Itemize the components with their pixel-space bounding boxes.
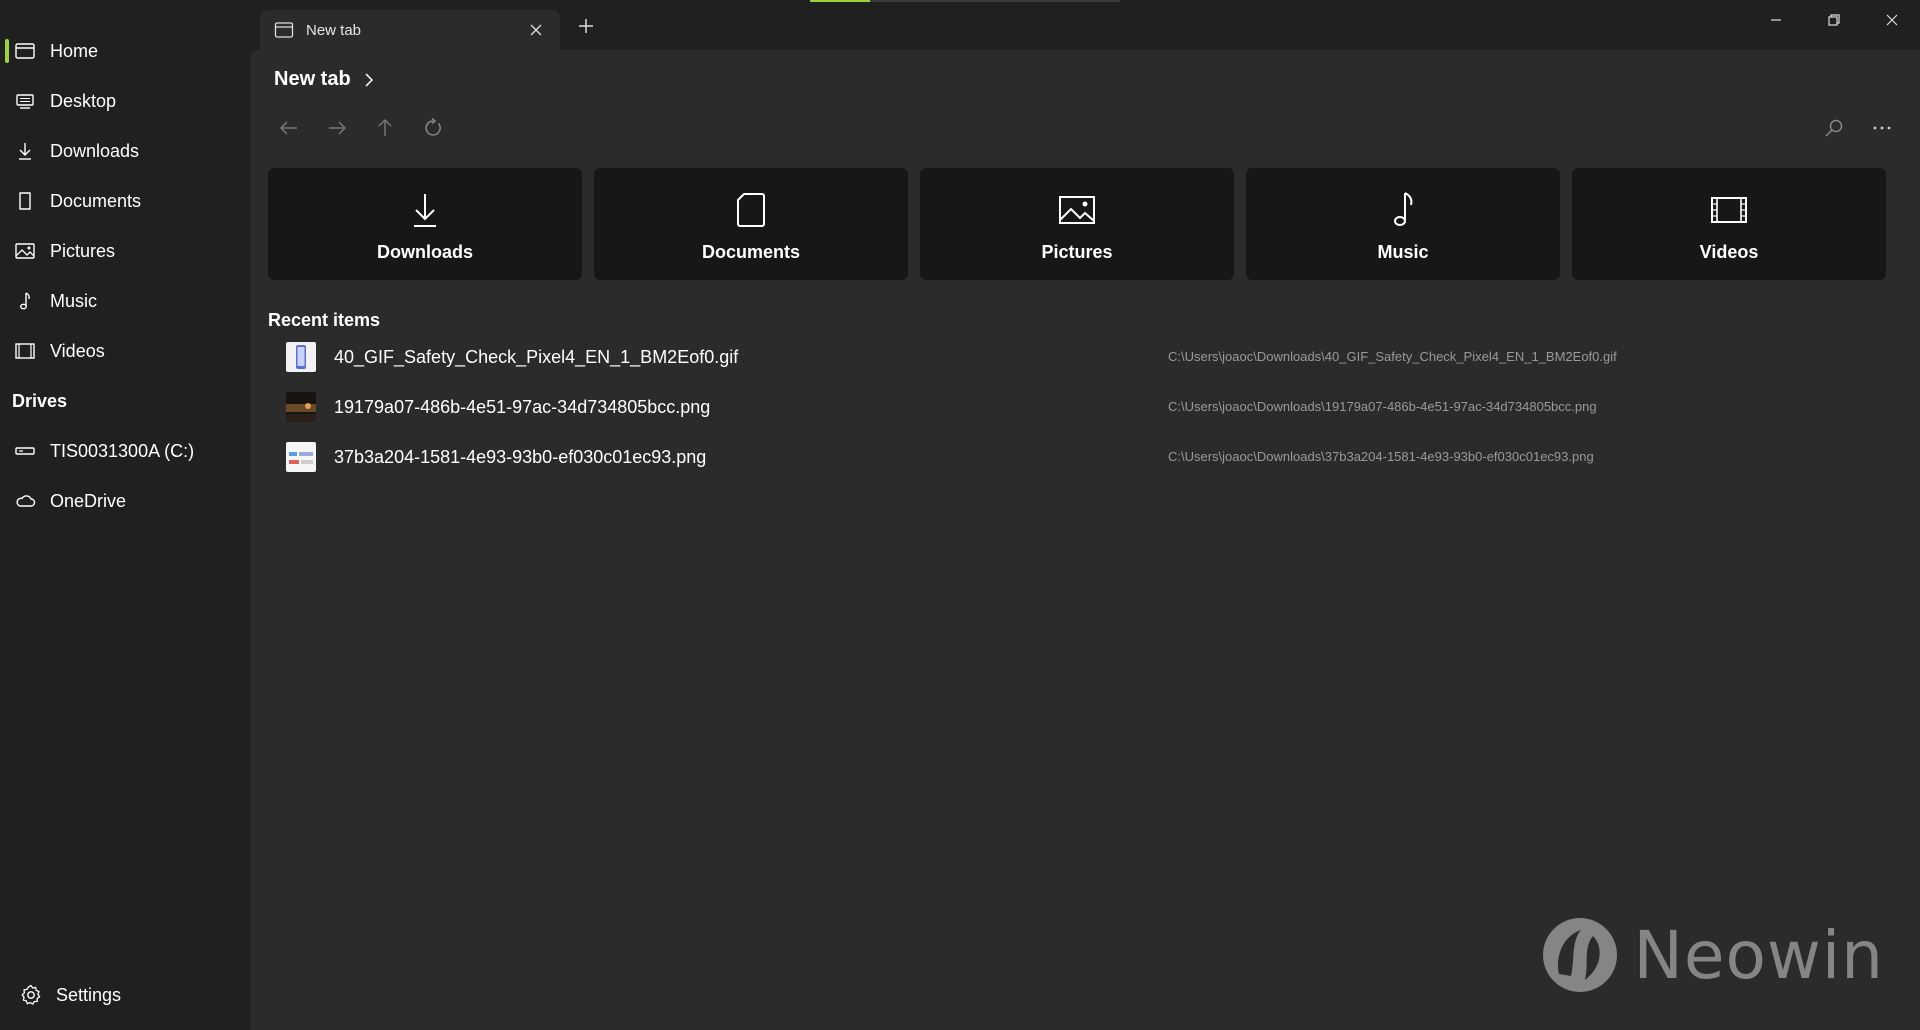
- drag-region-indicator: [810, 0, 1120, 2]
- download-icon: [12, 138, 38, 164]
- video-icon: [12, 338, 38, 364]
- sidebar-item-pictures[interactable]: Pictures: [0, 226, 250, 276]
- settings-button[interactable]: Settings: [0, 970, 250, 1020]
- up-button[interactable]: [367, 110, 403, 146]
- settings-label: Settings: [56, 984, 122, 1005]
- sidebar-item-desktop[interactable]: Desktop: [0, 76, 250, 126]
- sidebar-item-videos[interactable]: Videos: [0, 326, 250, 376]
- sidebar: Home Desktop Downloads Documents Picture: [0, 0, 250, 1030]
- tab-label: New tab: [306, 21, 362, 39]
- arrow-right-icon: [326, 117, 348, 139]
- list-item[interactable]: 40_GIF_Safety_Check_Pixel4_EN_1_BM2Eof0.…: [268, 334, 1888, 380]
- recent-items-header: Recent items: [268, 310, 381, 330]
- picture-icon: [1057, 190, 1097, 230]
- file-path: C:\Users\joaoc\Downloads\19179a07-486b-4…: [1168, 399, 1597, 414]
- arrow-up-icon: [374, 117, 396, 139]
- sidebar-item-home[interactable]: Home: [0, 26, 250, 76]
- plus-icon: [577, 17, 595, 35]
- video-icon: [1709, 190, 1749, 230]
- more-icon: [1871, 117, 1893, 139]
- card-label: Music: [1377, 242, 1429, 262]
- sidebar-item-onedrive[interactable]: OneDrive: [0, 476, 250, 526]
- cloud-icon: [12, 488, 38, 514]
- gear-icon: [18, 982, 44, 1008]
- file-name: 37b3a204-1581-4e93-93b0-ef030c01ec93.png: [334, 447, 707, 467]
- document-icon: [731, 190, 771, 230]
- card-downloads[interactable]: Downloads: [268, 168, 582, 280]
- sidebar-item-label: Pictures: [50, 240, 116, 261]
- sidebar-item-label: Videos: [50, 340, 105, 361]
- breadcrumb[interactable]: New tab: [274, 68, 377, 91]
- tab-new-tab[interactable]: New tab: [260, 10, 560, 50]
- restore-button[interactable]: [1806, 0, 1862, 40]
- download-icon: [405, 190, 445, 230]
- watermark-text: Neowin: [1633, 916, 1884, 994]
- close-icon: [1885, 13, 1899, 27]
- list-item[interactable]: 19179a07-486b-4e51-97ac-34d734805bcc.png…: [268, 384, 1888, 430]
- neowin-logo-icon: [1541, 916, 1619, 994]
- more-options-button[interactable]: [1864, 110, 1900, 146]
- drives-section-header: Drives: [12, 391, 68, 411]
- back-button[interactable]: [271, 110, 307, 146]
- sidebar-item-label: Desktop: [50, 90, 117, 111]
- restore-icon: [1827, 13, 1841, 27]
- file-path: C:\Users\joaoc\Downloads\40_GIF_Safety_C…: [1168, 349, 1617, 364]
- card-label: Videos: [1699, 242, 1759, 262]
- new-tab-button[interactable]: [570, 10, 602, 42]
- sidebar-item-label: OneDrive: [50, 490, 127, 511]
- card-documents[interactable]: Documents: [594, 168, 908, 280]
- file-thumbnail: [286, 392, 316, 422]
- document-icon: [12, 188, 38, 214]
- minimize-icon: [1769, 13, 1783, 27]
- desktop-icon: [12, 88, 38, 114]
- forward-button[interactable]: [319, 110, 355, 146]
- close-window-button[interactable]: [1864, 0, 1920, 40]
- sidebar-item-label: Home: [50, 40, 99, 61]
- close-icon[interactable]: [526, 20, 546, 40]
- card-label: Documents: [701, 242, 800, 262]
- chevron-right-icon[interactable]: [361, 72, 377, 88]
- arrow-left-icon: [278, 117, 300, 139]
- card-videos[interactable]: Videos: [1572, 168, 1886, 280]
- sidebar-item-documents[interactable]: Documents: [0, 176, 250, 226]
- music-icon: [1383, 190, 1423, 230]
- file-thumbnail: [286, 442, 316, 472]
- search-icon: [1823, 117, 1845, 139]
- sidebar-item-label: Documents: [50, 190, 142, 211]
- card-pictures[interactable]: Pictures: [920, 168, 1234, 280]
- refresh-button[interactable]: [415, 110, 451, 146]
- file-explorer-window: Home Desktop Downloads Documents Picture: [0, 0, 1920, 1030]
- sidebar-item-label: Music: [50, 290, 98, 311]
- home-icon: [12, 38, 38, 64]
- title-bar: New tab: [250, 0, 1920, 50]
- file-path: C:\Users\joaoc\Downloads\37b3a204-1581-4…: [1168, 449, 1594, 464]
- sidebar-item-drive-c[interactable]: TIS0031300A (C:): [0, 426, 250, 476]
- minimize-button[interactable]: [1748, 0, 1804, 40]
- sidebar-item-label: Downloads: [50, 140, 140, 161]
- card-label: Downloads: [376, 242, 473, 262]
- tab-window-icon: [274, 20, 294, 40]
- file-name: 19179a07-486b-4e51-97ac-34d734805bcc.png: [334, 397, 711, 417]
- sidebar-item-music[interactable]: Music: [0, 276, 250, 326]
- card-music[interactable]: Music: [1246, 168, 1560, 280]
- music-icon: [12, 288, 38, 314]
- search-button[interactable]: [1816, 110, 1852, 146]
- main-content: New tab Downloads Documents Pictures Mus…: [250, 50, 1920, 1030]
- file-thumbnail: [286, 342, 316, 372]
- file-name: 40_GIF_Safety_Check_Pixel4_EN_1_BM2Eof0.…: [334, 347, 739, 367]
- sidebar-item-downloads[interactable]: Downloads: [0, 126, 250, 176]
- breadcrumb-item[interactable]: New tab: [274, 68, 351, 91]
- picture-icon: [12, 238, 38, 264]
- sidebar-item-label: TIS0031300A (C:): [50, 440, 195, 461]
- drive-icon: [12, 438, 38, 464]
- refresh-icon: [422, 117, 444, 139]
- card-label: Pictures: [1041, 242, 1113, 262]
- list-item[interactable]: 37b3a204-1581-4e93-93b0-ef030c01ec93.png…: [268, 434, 1888, 480]
- watermark: Neowin: [1541, 916, 1884, 994]
